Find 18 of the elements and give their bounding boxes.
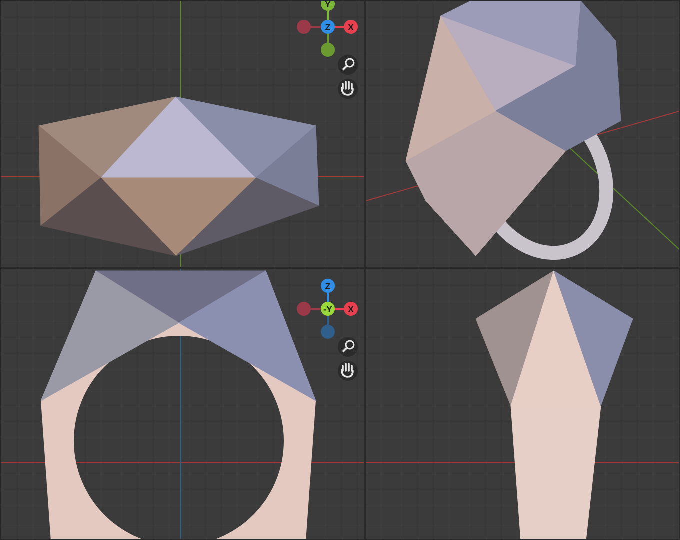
viewport[interactable]: Z -Y X [0,268,365,540]
zoom-icon[interactable] [338,55,358,75]
axis-handle[interactable]: X [344,20,358,34]
viewport[interactable] [365,268,680,540]
hand-icon[interactable] [338,79,358,99]
axis-handle[interactable]: Y [321,1,335,11]
axis-handle[interactable] [297,20,311,34]
axis-handle[interactable] [297,302,311,316]
axis-handle[interactable] [321,325,335,339]
zoom-icon[interactable] [338,337,358,357]
viewport[interactable] [365,0,680,268]
axis-handle[interactable] [321,43,335,57]
hand-icon[interactable] [338,361,358,381]
axis-handle[interactable]: Z [321,20,335,34]
axis-handle[interactable]: Z [321,279,335,293]
viewport[interactable]: Y Z X [0,0,365,268]
axis-handle[interactable]: X [344,302,358,316]
axis-handle[interactable]: -Y [321,302,335,316]
